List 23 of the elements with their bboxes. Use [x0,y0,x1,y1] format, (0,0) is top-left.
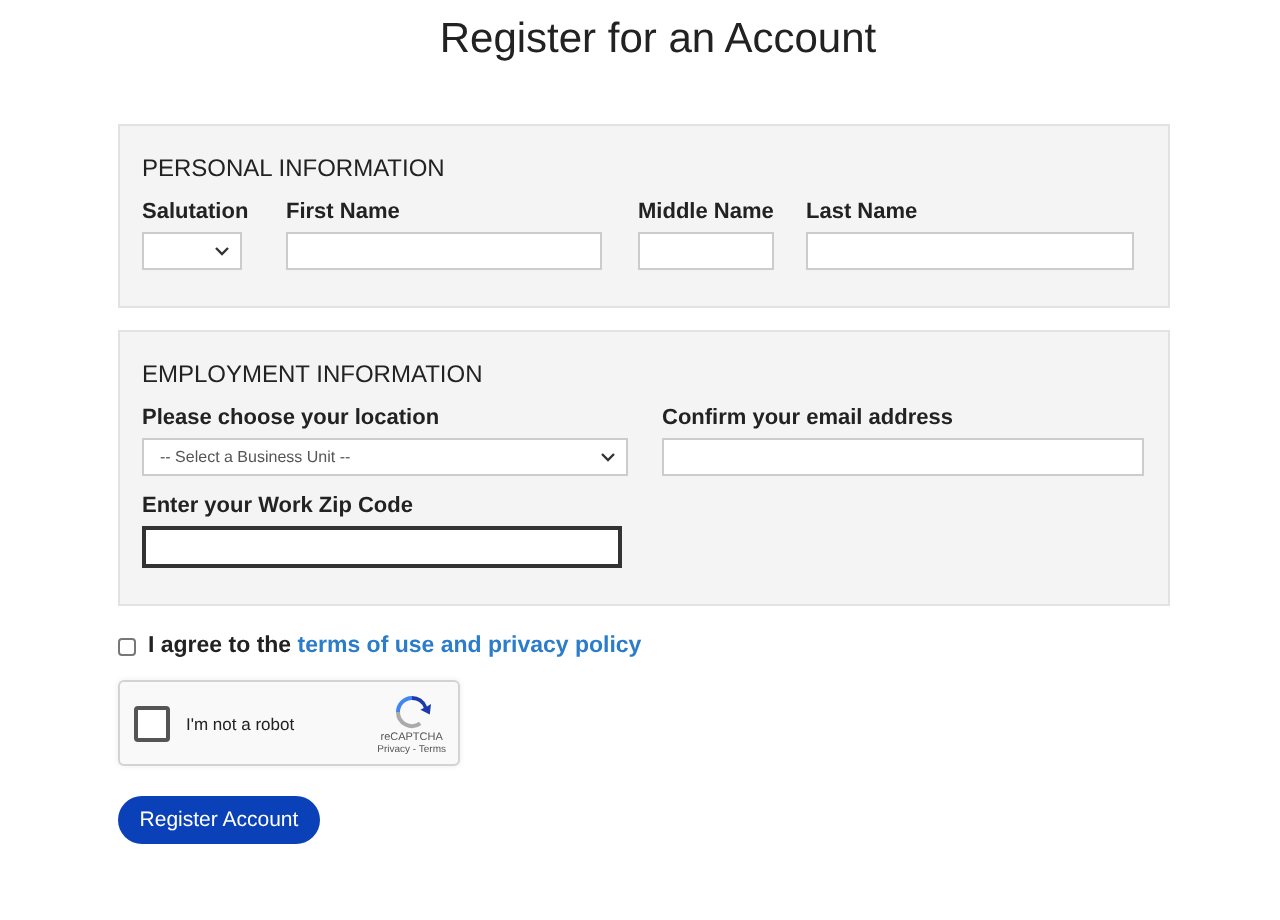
terms-link[interactable]: terms of use and privacy policy [297,634,642,658]
captcha-label: I'm not a robot [186,713,297,733]
select-placeholder: -- Select a Business Unit -- [160,448,351,466]
chevron-down-icon [600,452,616,462]
input-field[interactable] [142,526,622,568]
field-label: Last Name [806,200,918,224]
field-label: Please choose your location [142,406,440,430]
select-field[interactable]: -- Select a Business Unit -- [142,438,628,476]
select-field[interactable] [142,232,242,270]
checkbox[interactable] [118,637,136,655]
page-title: Register for an Account [439,16,877,64]
register-button[interactable]: Register Account [118,796,320,844]
field-label: First Name [286,200,400,224]
field-label: Enter your Work Zip Code [142,494,413,518]
field-label: Middle Name [638,200,774,224]
field-label: Confirm your email address [662,406,953,430]
section-heading: PERSONAL INFORMATION [142,154,447,182]
captcha-checkbox[interactable] [134,705,170,741]
agreement-text: I agree to the terms of use and privacy policy [148,634,642,658]
field-label: Salutation [142,200,249,224]
recaptcha-logo-icon [391,691,432,731]
section-heading: EMPLOYMENT INFORMATION [142,360,485,388]
chevron-down-icon [214,246,230,256]
